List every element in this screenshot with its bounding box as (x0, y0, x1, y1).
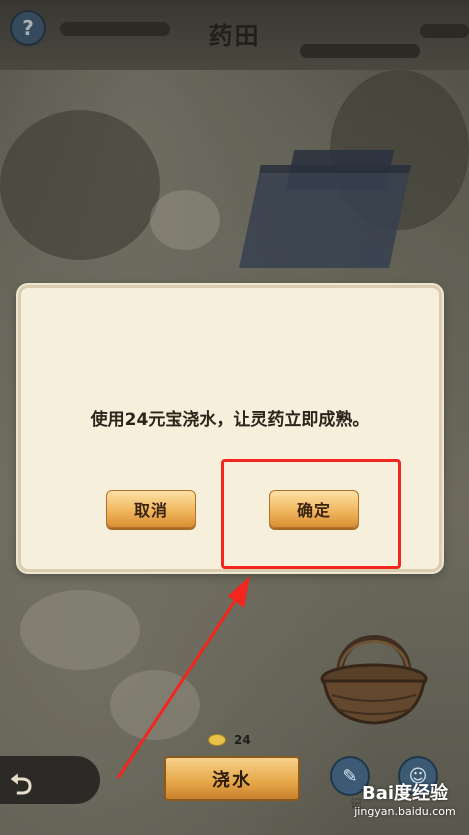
water-button[interactable]: 浇水 (164, 756, 300, 801)
back-button[interactable]: ⮌ (0, 756, 100, 804)
watermark: Bai度经验 jingyan.baidu.com (350, 779, 460, 818)
ingot-count: 24 (234, 733, 251, 747)
cancel-button[interactable]: 取消 (106, 490, 196, 528)
dialog-message: 使用24元宝浇水，让灵药立即成熟。 (90, 410, 370, 430)
ingot-cost: 24 (208, 731, 251, 749)
ingot-icon (208, 734, 226, 746)
watermark-url: jingyan.baidu.com (354, 805, 456, 818)
highlight-annotation-box (221, 459, 401, 569)
watermark-logo: Bai度经验 (361, 783, 449, 804)
back-arrow-icon: ⮌ (10, 768, 33, 801)
